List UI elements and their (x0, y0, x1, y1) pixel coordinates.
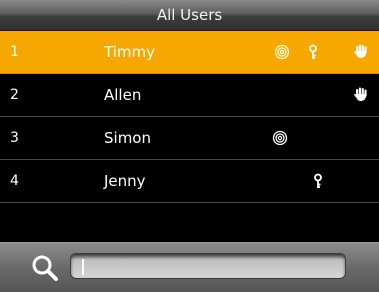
user-number: 4 (10, 173, 19, 189)
user-number: 1 (10, 44, 19, 60)
user-name: Jenny (104, 172, 146, 190)
fingerprint-icon (272, 130, 288, 146)
key-icon (309, 44, 317, 59)
user-list: 1 Timmy 2 Allen 3 Simon 4 Jenny (0, 31, 379, 203)
user-name: Simon (104, 129, 151, 147)
text-cursor (82, 259, 84, 275)
page-title: All Users (0, 0, 379, 31)
search-bar (0, 242, 379, 292)
user-name: Timmy (104, 43, 155, 61)
user-name: Allen (104, 86, 142, 104)
user-row-2[interactable]: 2 Allen (0, 74, 379, 117)
user-number: 2 (10, 87, 19, 103)
all-users-screen: All Users 1 Timmy 2 Allen 3 Simon 4 Jenn… (0, 0, 379, 292)
palm-icon (353, 44, 367, 58)
palm-icon (353, 87, 367, 101)
fingerprint-icon (274, 44, 290, 60)
search-icon[interactable] (30, 253, 60, 283)
user-row-3[interactable]: 3 Simon (0, 117, 379, 160)
user-row-4[interactable]: 4 Jenny (0, 160, 379, 203)
user-number: 3 (10, 130, 19, 146)
key-icon (314, 173, 322, 188)
search-input[interactable] (70, 253, 346, 279)
user-row-1[interactable]: 1 Timmy (0, 31, 379, 74)
